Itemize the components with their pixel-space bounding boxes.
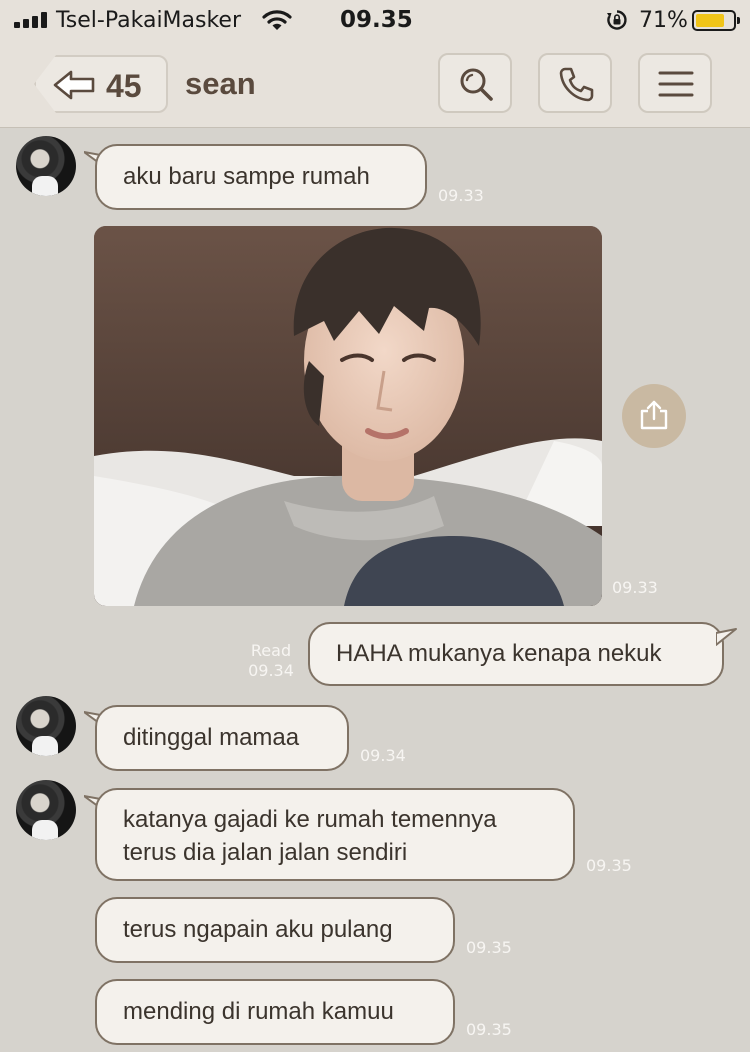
- message-text: mending di rumah kamuu: [123, 998, 394, 1025]
- message-bubble[interactable]: terus ngapain aku pulang: [95, 897, 455, 963]
- message-time: 09.34: [248, 661, 294, 680]
- message-bubble[interactable]: aku baru sampe rumah: [95, 144, 427, 210]
- message-time: 09.35: [466, 938, 512, 957]
- carrier-name: Tsel-PakaiMasker: [56, 8, 242, 33]
- message-bubble[interactable]: ditinggal mamaa: [95, 705, 349, 771]
- rotation-lock-icon: [607, 10, 627, 30]
- chat-title[interactable]: sean: [185, 66, 256, 102]
- status-bar: Tsel-PakaiMasker 09.35 71%: [0, 0, 750, 40]
- share-icon: [640, 400, 668, 430]
- message-bubble[interactable]: mending di rumah kamuu: [95, 979, 455, 1045]
- share-button[interactable]: [622, 384, 686, 448]
- message-text: katanya gajadi ke rumah temennya terus d…: [123, 806, 497, 866]
- message-text: terus ngapain aku pulang: [123, 916, 393, 943]
- back-button[interactable]: 45: [34, 55, 168, 113]
- status-time: 09.35: [340, 7, 413, 33]
- contact-avatar[interactable]: [16, 780, 76, 840]
- bubble-tail: [716, 628, 737, 646]
- contact-avatar[interactable]: [16, 136, 76, 196]
- message-bubble-outgoing[interactable]: HAHA mukanya kenapa nekuk: [308, 622, 724, 686]
- message-text: HAHA mukanya kenapa nekuk: [336, 640, 662, 667]
- phone-icon: [559, 67, 594, 102]
- shared-photo[interactable]: [94, 226, 602, 606]
- wifi-icon: [262, 10, 292, 30]
- call-button[interactable]: [538, 53, 612, 113]
- back-arrow-icon: [53, 70, 95, 100]
- signal-icon: [14, 12, 48, 28]
- search-icon: [460, 68, 493, 101]
- message-time: 09.35: [586, 856, 632, 875]
- unread-count: 45: [106, 68, 142, 104]
- message-time: 09.33: [438, 186, 484, 205]
- search-button[interactable]: [438, 53, 512, 113]
- battery-percent: 71%: [639, 8, 688, 33]
- contact-avatar[interactable]: [16, 696, 76, 756]
- message-time: 09.33: [612, 578, 658, 597]
- menu-icon: [658, 71, 694, 97]
- photo-image: [94, 226, 602, 606]
- message-text: aku baru sampe rumah: [123, 163, 370, 190]
- read-receipt: Read 09.34: [246, 641, 296, 681]
- message-time: 09.35: [466, 1020, 512, 1039]
- message-text: ditinggal mamaa: [123, 724, 300, 751]
- chat-header: 45 sean: [0, 40, 750, 128]
- menu-button[interactable]: [638, 53, 712, 113]
- battery-icon: [692, 10, 740, 31]
- read-status: Read: [250, 641, 292, 660]
- message-bubble[interactable]: katanya gajadi ke rumah temennya terus d…: [95, 788, 575, 881]
- message-time: 09.34: [360, 746, 406, 765]
